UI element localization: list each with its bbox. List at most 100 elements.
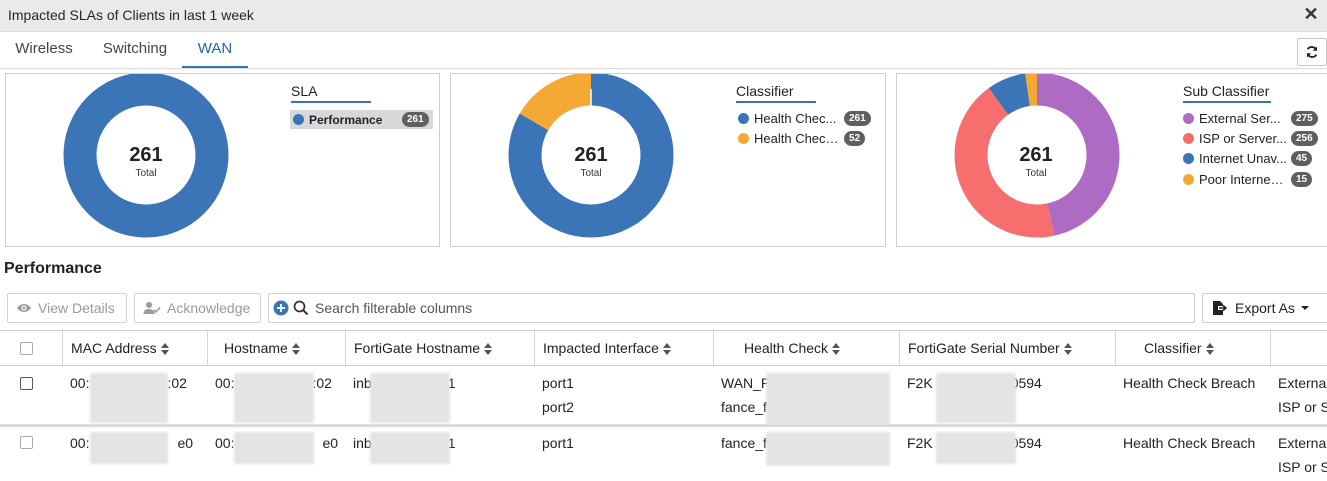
redacted-area	[370, 432, 450, 464]
legend-count-badge: 256	[1291, 131, 1318, 146]
legend-title: Sub Classifier	[1183, 83, 1271, 103]
legend-label: External Ser...	[1199, 111, 1281, 126]
redacted-area	[936, 373, 1016, 423]
sla-chart-card: 261 Total SLA Performance 261	[5, 73, 440, 247]
row-checkbox[interactable]	[20, 436, 33, 449]
tab-switching[interactable]: Switching	[95, 32, 175, 68]
legend-count-badge: 15	[1291, 172, 1313, 187]
row-checkbox[interactable]	[20, 377, 33, 390]
sub-classifier-chart-card: 261 Total Sub Classifier External Ser...…	[896, 73, 1327, 247]
redacted-area	[766, 373, 890, 425]
column-header-hostname[interactable]: Hostname	[208, 331, 346, 366]
column-header-classifier[interactable]: Classifier	[1116, 331, 1271, 366]
eye-icon	[17, 304, 31, 312]
donut-center-label: Total	[1025, 168, 1047, 179]
select-all-header	[0, 331, 63, 366]
legend-item-health-check-2[interactable]: Health Check ... 52	[738, 129, 866, 148]
acknowledge-label: Acknowledge	[167, 300, 251, 316]
caret-down-icon	[1300, 306, 1309, 310]
legend-count-badge: 261	[844, 111, 871, 126]
acknowledge-button[interactable]: Acknowledge	[134, 293, 261, 323]
column-header-mac-address[interactable]: MAC Address	[63, 331, 208, 366]
legend-dot	[1183, 133, 1194, 144]
column-header-label: FortiGate Hostname	[354, 340, 481, 356]
classifier-chart-card: 261 Total Classifier Health Chec... 261 …	[450, 73, 886, 247]
refresh-button[interactable]	[1297, 38, 1327, 66]
legend-count-badge: 275	[1291, 111, 1318, 126]
cell-impacted-interface: port1	[542, 435, 574, 451]
legend-label: Health Chec...	[754, 111, 837, 126]
legend-label: ISP or Server...	[1199, 131, 1287, 146]
select-all-checkbox[interactable]	[20, 342, 33, 355]
cell-sub-classifier: Externa ISP or S	[1278, 375, 1327, 415]
legend-title: SLA	[291, 83, 371, 103]
column-header-label: FortiGate Serial Number	[908, 340, 1060, 356]
table-row[interactable]: 00::02 00::02 inb 1 port1 port2 WAN_P fan…	[0, 366, 1327, 425]
donut-center-label: Total	[135, 168, 157, 179]
legend-dot	[1183, 153, 1194, 164]
table-header-row: MAC Address Hostname FortiGate Hostname …	[0, 330, 1327, 366]
legend-label: Internet Unav...	[1199, 151, 1287, 166]
legend-item-external-server[interactable]: External Ser... 275	[1183, 109, 1318, 128]
legend-item-isp-or-server[interactable]: ISP or Server... 256	[1183, 129, 1318, 148]
column-header-fortigate-serial-number[interactable]: FortiGate Serial Number	[900, 331, 1116, 366]
dialog-title-bar: Impacted SLAs of Clients in last 1 week …	[0, 0, 1327, 32]
legend-dot	[1183, 174, 1194, 185]
close-icon[interactable]: ✕	[1301, 4, 1321, 24]
export-as-label: Export As	[1235, 300, 1295, 316]
redacted-area	[370, 373, 450, 423]
legend-item-poor-internet[interactable]: Poor Internet ... 15	[1183, 170, 1313, 189]
refresh-icon	[1306, 46, 1318, 58]
legend-count-badge: 52	[844, 131, 866, 146]
legend-dot	[738, 113, 749, 124]
legend-dot	[738, 133, 749, 144]
search-input[interactable]	[313, 299, 1173, 317]
column-header-label: Hostname	[224, 340, 288, 356]
tab-wireless[interactable]: Wireless	[4, 32, 84, 68]
legend-item-internet-unavailable[interactable]: Internet Unav... 45	[1183, 149, 1313, 168]
tab-wan[interactable]: WAN	[182, 32, 248, 68]
sort-icon[interactable]	[160, 342, 170, 356]
view-details-button[interactable]: View Details	[7, 293, 127, 323]
donut-center-value: 261	[129, 144, 163, 166]
cell-impacted-interface: port1 port2	[542, 375, 574, 415]
sort-icon[interactable]	[484, 342, 493, 356]
column-header-impacted-interface[interactable]: Impacted Interface	[535, 331, 714, 366]
export-as-button[interactable]: Export As	[1202, 293, 1327, 323]
redacted-area	[90, 373, 168, 423]
legend-dot	[293, 114, 304, 125]
add-filter-icon[interactable]	[273, 300, 289, 316]
redacted-area	[234, 432, 314, 464]
table-row[interactable]: 00: e0 00: e0 inb 1 port1 fance_f F2K 0594 H…	[0, 428, 1327, 481]
cell-classifier: Health Check Breach	[1123, 435, 1256, 451]
cell-classifier: Health Check Breach	[1123, 375, 1256, 391]
column-header-fortigate-hostname[interactable]: FortiGate Hostname	[346, 331, 535, 366]
column-header-label: Health Check	[744, 340, 829, 356]
search-box	[268, 293, 1195, 323]
export-icon	[1213, 301, 1227, 315]
legend-item-health-check-1[interactable]: Health Chec... 261	[738, 109, 871, 128]
user-check-icon	[143, 302, 161, 314]
legend-item-performance[interactable]: Performance 261	[290, 110, 433, 129]
redacted-area	[234, 373, 314, 423]
donut-center-value: 261	[1019, 144, 1053, 166]
column-header-health-check[interactable]: Health Check	[714, 331, 900, 366]
column-header-label: Classifier	[1144, 340, 1202, 356]
search-icon	[293, 300, 309, 316]
legend-dot	[1183, 113, 1194, 124]
legend-title: Classifier	[736, 83, 816, 103]
legend-label: Poor Internet ...	[1199, 172, 1287, 187]
sort-icon[interactable]	[662, 342, 672, 356]
donut-center-value: 261	[574, 144, 608, 166]
sort-icon[interactable]	[1063, 342, 1073, 356]
legend-count-badge: 45	[1291, 151, 1313, 166]
sort-icon[interactable]	[291, 342, 301, 356]
sort-icon[interactable]	[832, 342, 841, 356]
sort-icon[interactable]	[1205, 342, 1215, 356]
redacted-area	[90, 432, 168, 464]
cell-sub-classifier: Externa ISP or S	[1278, 435, 1327, 475]
legend-label: Performance	[309, 112, 383, 127]
section-title: Performance	[4, 260, 102, 277]
results-table: MAC Address Hostname FortiGate Hostname …	[0, 330, 1327, 481]
redacted-area	[766, 432, 890, 466]
